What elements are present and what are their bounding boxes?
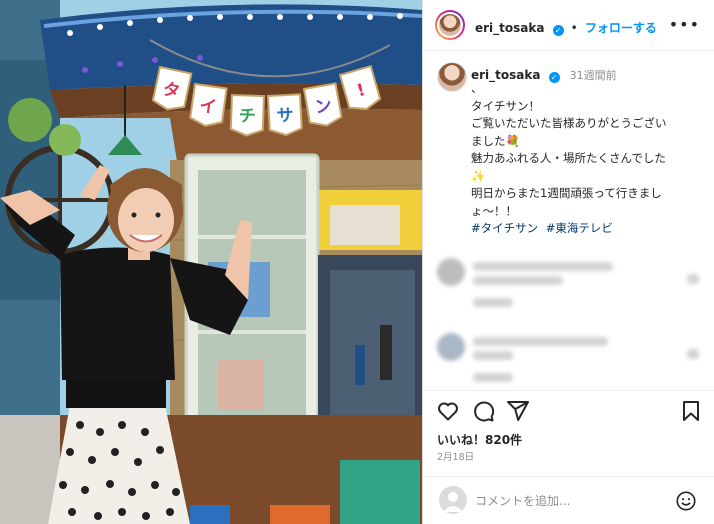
author-username[interactable]: eri_tosaka: [475, 21, 544, 35]
send-icon[interactable]: [506, 399, 530, 423]
add-comment-bar: [423, 476, 714, 524]
caption-text: 、 タイチサン！ ご覧いただいた皆様ありがとうござい ました💐 魅力あふれる人・…: [471, 81, 667, 218]
hashtag-link[interactable]: #東海テレビ: [546, 221, 613, 235]
banner-char-4: サ: [276, 106, 294, 127]
caption-avatar[interactable]: [437, 62, 467, 92]
heart-icon[interactable]: [436, 399, 460, 423]
post-photo[interactable]: タ イ チ サ ン !: [0, 0, 422, 524]
comment-input[interactable]: [473, 490, 657, 512]
viewer-avatar: [439, 486, 467, 514]
likes-count[interactable]: いいね！820件: [437, 431, 522, 448]
verified-badge-icon: ✓: [552, 25, 564, 36]
bookmark-icon[interactable]: [679, 399, 703, 423]
more-horizontal-icon[interactable]: •••: [669, 15, 700, 34]
banner-char-5: ン: [313, 96, 333, 119]
follow-button[interactable]: フォローする: [585, 21, 657, 35]
banner-char-2: イ: [198, 96, 218, 118]
smiley-icon[interactable]: [675, 490, 697, 512]
author-avatar[interactable]: [435, 10, 465, 40]
post-actions: いいね！820件 2月18日: [423, 390, 714, 470]
caption-hashtags: #タイチサン #東海テレビ: [471, 220, 617, 236]
header-separator: •: [570, 21, 578, 35]
post-image: タ イ チ サ ン !: [0, 0, 422, 524]
post-date[interactable]: 2月18日: [437, 449, 474, 463]
comment-icon[interactable]: [471, 399, 495, 423]
post-sidebar: eri_tosaka ✓ • フォローする ••• eri_tosaka ✓ 3…: [422, 0, 714, 524]
banner-char-3: チ: [238, 106, 256, 127]
post-header: eri_tosaka ✓ • フォローする •••: [423, 0, 714, 51]
hashtag-link[interactable]: #タイチサン: [471, 221, 538, 235]
